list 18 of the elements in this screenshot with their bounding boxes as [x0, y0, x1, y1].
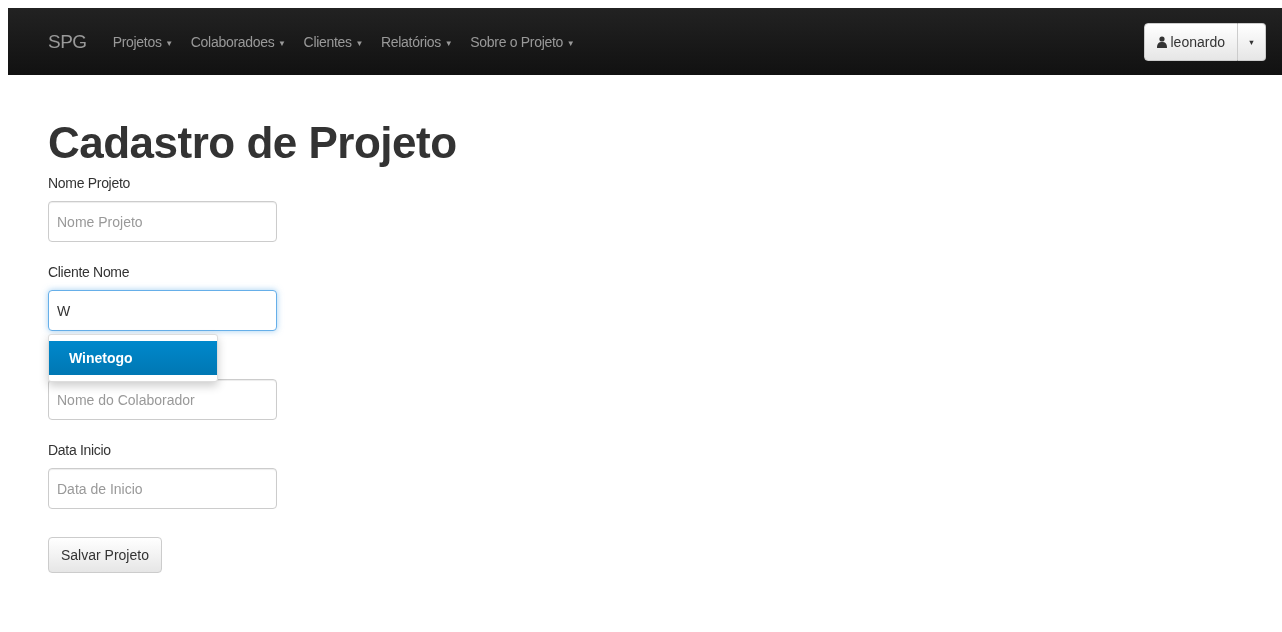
suggestion-item[interactable]: Winetogo	[49, 341, 217, 375]
field-label: Nome Projeto	[48, 175, 131, 193]
user-icon	[1156, 35, 1167, 48]
input-field[interactable]: Nome do Colaborador	[48, 379, 277, 420]
field-label: Data Inicio	[48, 442, 112, 460]
input-field[interactable]: Data de Inicio	[48, 468, 277, 509]
save-button[interactable]: Salvar Projeto	[48, 537, 162, 573]
input-field[interactable]: W	[48, 290, 277, 331]
nav-menu[interactable]: Sobre o Projeto ▼	[470, 33, 575, 50]
field-label: Cliente Nome	[48, 264, 131, 282]
nav-menu[interactable]: Relatórios ▼	[381, 33, 453, 50]
page-title: Cadastro de Projeto	[48, 119, 458, 167]
user-button[interactable]: leonardo	[1143, 22, 1238, 61]
nav-menu[interactable]: Colaboradoes ▼	[190, 33, 286, 50]
input-field[interactable]: Nome Projeto	[48, 201, 277, 242]
brand-logo[interactable]: SPG	[48, 30, 87, 53]
nav-menu[interactable]: Projetos ▼	[112, 33, 173, 50]
nav-menu[interactable]: Clientes ▼	[303, 33, 363, 50]
